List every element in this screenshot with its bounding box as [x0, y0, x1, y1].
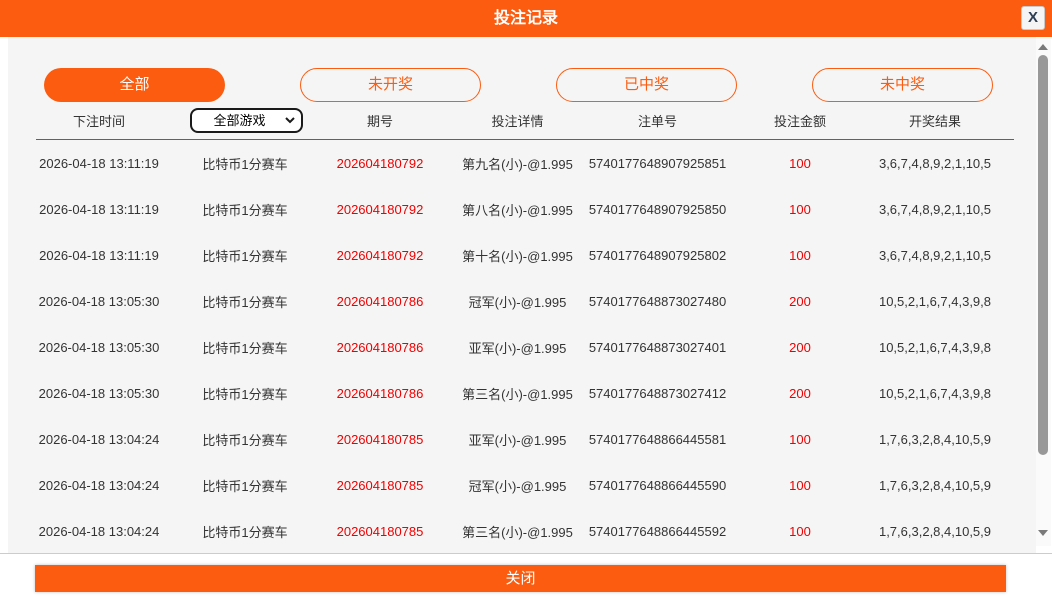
cell-bet-time: 2026-04-18 13:05:30: [8, 294, 190, 309]
cell-amount: 200: [740, 340, 860, 355]
cell-bet-time: 2026-04-18 13:11:19: [8, 156, 190, 171]
cell-detail: 第九名(小)-@1.995: [460, 154, 575, 173]
table-header-row: 下注时间 全部游戏 期号 投注详情 注单号 投注金额 开奖结果: [8, 102, 1036, 139]
cell-game: 比特币1分赛车: [190, 522, 300, 541]
cell-order-no: 5740177648907925850: [575, 202, 740, 217]
cell-period: 202604180786: [300, 386, 460, 401]
table-row: 2026-04-18 13:11:19 比特币1分赛车 202604180792…: [8, 140, 1036, 186]
cell-order-no: 5740177648907925851: [575, 156, 740, 171]
cell-detail: 亚军(小)-@1.995: [460, 430, 575, 449]
tab-won[interactable]: 已中奖: [556, 68, 737, 102]
cell-game: 比特币1分赛车: [190, 200, 300, 219]
header-bet-time: 下注时间: [8, 111, 190, 130]
tab-not-won[interactable]: 未中奖: [812, 68, 993, 102]
cell-detail: 冠军(小)-@1.995: [460, 292, 575, 311]
cell-game: 比特币1分赛车: [190, 384, 300, 403]
cell-amount: 100: [740, 156, 860, 171]
table-row: 2026-04-18 13:04:24 比特币1分赛车 202604180785…: [8, 416, 1036, 462]
cell-result: 3,6,7,4,8,9,2,1,10,5: [860, 156, 1010, 171]
cell-order-no: 5740177648907925802: [575, 248, 740, 263]
cell-result: 1,7,6,3,2,8,4,10,5,9: [860, 524, 1010, 539]
cell-period: 202604180792: [300, 156, 460, 171]
cell-order-no: 5740177648866445592: [575, 524, 740, 539]
cell-detail: 第三名(小)-@1.995: [460, 522, 575, 541]
header-order-no: 注单号: [575, 111, 740, 130]
betting-records-modal: 投注记录 X 全部 未开奖 已中奖 未中奖 下注时间 全部游戏: [0, 0, 1052, 601]
scroll-up-arrow-icon[interactable]: [1038, 44, 1048, 50]
records-list: 2026-04-18 13:11:19 比特币1分赛车 202604180792…: [8, 140, 1036, 554]
close-button[interactable]: 关闭: [35, 565, 1006, 592]
cell-period: 202604180786: [300, 294, 460, 309]
cell-amount: 100: [740, 478, 860, 493]
cell-period: 202604180792: [300, 202, 460, 217]
cell-result: 3,6,7,4,8,9,2,1,10,5: [860, 248, 1010, 263]
cell-result: 10,5,2,1,6,7,4,3,9,8: [860, 294, 1010, 309]
cell-period: 202604180785: [300, 478, 460, 493]
table-row: 2026-04-18 13:04:24 比特币1分赛车 202604180785…: [8, 462, 1036, 508]
tab-not-drawn[interactable]: 未开奖: [300, 68, 481, 102]
cell-bet-time: 2026-04-18 13:11:19: [8, 248, 190, 263]
table-row: 2026-04-18 13:11:19 比特币1分赛车 202604180792…: [8, 232, 1036, 278]
cell-amount: 200: [740, 294, 860, 309]
cell-amount: 100: [740, 432, 860, 447]
header-amount: 投注金额: [740, 111, 860, 130]
cell-period: 202604180786: [300, 340, 460, 355]
cell-period: 202604180792: [300, 248, 460, 263]
cell-order-no: 5740177648866445581: [575, 432, 740, 447]
cell-bet-time: 2026-04-18 13:04:24: [8, 432, 190, 447]
cell-game: 比特币1分赛车: [190, 154, 300, 173]
page-title: 投注记录: [0, 0, 1052, 37]
cell-detail: 亚军(小)-@1.995: [460, 338, 575, 357]
cell-game: 比特币1分赛车: [190, 476, 300, 495]
cell-period: 202604180785: [300, 432, 460, 447]
cell-order-no: 5740177648866445590: [575, 478, 740, 493]
cell-amount: 200: [740, 386, 860, 401]
cell-amount: 100: [740, 202, 860, 217]
cell-result: 3,6,7,4,8,9,2,1,10,5: [860, 202, 1010, 217]
header-period: 期号: [300, 111, 460, 130]
cell-order-no: 5740177648873027401: [575, 340, 740, 355]
cell-result: 10,5,2,1,6,7,4,3,9,8: [860, 386, 1010, 401]
cell-bet-time: 2026-04-18 13:04:24: [8, 524, 190, 539]
vertical-scrollbar[interactable]: [1036, 38, 1051, 546]
table-row: 2026-04-18 13:05:30 比特币1分赛车 202604180786…: [8, 278, 1036, 324]
cell-game: 比特币1分赛车: [190, 292, 300, 311]
table-row: 2026-04-18 13:11:19 比特币1分赛车 202604180792…: [8, 186, 1036, 232]
cell-game: 比特币1分赛车: [190, 338, 300, 357]
table-row: 2026-04-18 13:04:24 比特币1分赛车 202604180785…: [8, 508, 1036, 554]
cell-bet-time: 2026-04-18 13:11:19: [8, 202, 190, 217]
header-game-filter: 全部游戏: [190, 108, 300, 133]
cell-bet-time: 2026-04-18 13:05:30: [8, 386, 190, 401]
cell-result: 1,7,6,3,2,8,4,10,5,9: [860, 432, 1010, 447]
cell-amount: 100: [740, 248, 860, 263]
cell-amount: 100: [740, 524, 860, 539]
cell-order-no: 5740177648873027480: [575, 294, 740, 309]
game-select-wrap: 全部游戏: [190, 108, 303, 133]
modal-footer: 关闭: [0, 553, 1052, 601]
scroll-down-arrow-icon[interactable]: [1038, 530, 1048, 536]
cell-detail: 冠军(小)-@1.995: [460, 476, 575, 495]
cell-order-no: 5740177648873027412: [575, 386, 740, 401]
cell-bet-time: 2026-04-18 13:05:30: [8, 340, 190, 355]
cell-result: 1,7,6,3,2,8,4,10,5,9: [860, 478, 1010, 493]
cell-detail: 第八名(小)-@1.995: [460, 200, 575, 219]
cell-bet-time: 2026-04-18 13:04:24: [8, 478, 190, 493]
cell-result: 10,5,2,1,6,7,4,3,9,8: [860, 340, 1010, 355]
cell-detail: 第三名(小)-@1.995: [460, 384, 575, 403]
records-panel: 全部 未开奖 已中奖 未中奖 下注时间 全部游戏 期号 投注详情 注单号 投注金: [8, 37, 1036, 553]
scrollbar-thumb[interactable]: [1038, 55, 1048, 455]
tab-all[interactable]: 全部: [44, 68, 225, 102]
game-select[interactable]: 全部游戏: [190, 108, 303, 133]
table-row: 2026-04-18 13:05:30 比特币1分赛车 202604180786…: [8, 324, 1036, 370]
modal-titlebar: 投注记录 X: [0, 0, 1052, 37]
cell-detail: 第十名(小)-@1.995: [460, 246, 575, 265]
header-result: 开奖结果: [860, 111, 1010, 130]
cell-period: 202604180785: [300, 524, 460, 539]
table-row: 2026-04-18 13:05:30 比特币1分赛车 202604180786…: [8, 370, 1036, 416]
close-x-button[interactable]: X: [1021, 6, 1045, 30]
filter-tabs: 全部 未开奖 已中奖 未中奖: [8, 37, 1036, 102]
cell-game: 比特币1分赛车: [190, 430, 300, 449]
header-detail: 投注详情: [460, 111, 575, 130]
cell-game: 比特币1分赛车: [190, 246, 300, 265]
